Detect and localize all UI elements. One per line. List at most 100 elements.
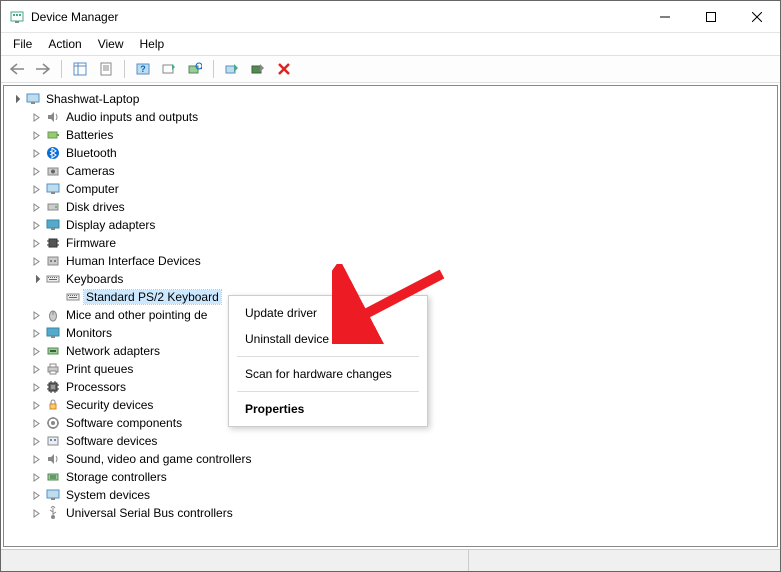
battery-icon [44,127,62,143]
disable-button[interactable] [246,57,270,81]
toolbar-separator [61,60,62,78]
device-manager-icon [9,9,25,25]
tree-node-hid[interactable]: Human Interface Devices [4,252,777,270]
chevron-right-icon[interactable] [28,365,44,374]
chevron-right-icon[interactable] [28,383,44,392]
update-driver-button[interactable] [157,57,181,81]
tree-node-keyboards[interactable]: Keyboards [4,270,777,288]
tree-node-display-adapters[interactable]: Display adapters [4,216,777,234]
camera-icon [44,163,62,179]
enable-button[interactable] [220,57,244,81]
tree-node-label: Computer [64,182,121,196]
tree-node-bluetooth[interactable]: Bluetooth [4,144,777,162]
chevron-right-icon[interactable] [28,113,44,122]
help-button[interactable]: ? [131,57,155,81]
tree-root[interactable]: Shashwat-Laptop [4,90,777,108]
minimize-button[interactable] [642,1,688,32]
show-hide-tree-button[interactable] [68,57,92,81]
toolbar-separator [124,60,125,78]
maximize-button[interactable] [688,1,734,32]
tree-node-label: Keyboards [64,272,125,286]
properties-button[interactable] [94,57,118,81]
tree-node-cameras[interactable]: Cameras [4,162,777,180]
close-button[interactable] [734,1,780,32]
forward-button[interactable] [31,57,55,81]
storage-icon [44,469,62,485]
ctx-uninstall-device[interactable]: Uninstall device [229,326,427,352]
window-title: Device Manager [31,10,118,24]
tree-node-label: Processors [64,380,128,394]
tree-node-label: Cameras [64,164,117,178]
menu-help[interactable]: Help [132,35,173,53]
device-tree[interactable]: Shashwat-Laptop Audio inputs and outputs… [3,85,778,547]
ctx-update-driver[interactable]: Update driver [229,300,427,326]
chevron-right-icon[interactable] [28,149,44,158]
tree-node-system-devices[interactable]: System devices [4,486,777,504]
chevron-right-icon[interactable] [28,473,44,482]
tree-node-audio[interactable]: Audio inputs and outputs [4,108,777,126]
menu-view[interactable]: View [90,35,132,53]
statusbar [1,549,780,571]
chevron-right-icon[interactable] [28,131,44,140]
chevron-right-icon[interactable] [28,203,44,212]
titlebar: Device Manager [1,1,780,33]
software-icon [44,415,62,431]
back-button[interactable] [5,57,29,81]
printer-icon [44,361,62,377]
tree-node-label: Firmware [64,236,118,250]
tree-node-label: Bluetooth [64,146,119,160]
chevron-right-icon[interactable] [28,509,44,518]
ctx-scan-hardware[interactable]: Scan for hardware changes [229,361,427,387]
tree-node-batteries[interactable]: Batteries [4,126,777,144]
tree-node-label: Network adapters [64,344,162,358]
keyboard-icon [44,271,62,287]
tree-node-label: Human Interface Devices [64,254,203,268]
tree-node-sound-video-game[interactable]: Sound, video and game controllers [4,450,777,468]
toolbar-separator [213,60,214,78]
tree-node-storage-controllers[interactable]: Storage controllers [4,468,777,486]
tree-node-label: Audio inputs and outputs [64,110,200,124]
ctx-properties[interactable]: Properties [229,396,427,422]
chevron-right-icon[interactable] [28,455,44,464]
tree-node-disk-drives[interactable]: Disk drives [4,198,777,216]
chevron-right-icon[interactable] [28,419,44,428]
keyboard-icon [64,289,82,305]
chevron-right-icon[interactable] [28,239,44,248]
chevron-right-icon[interactable] [28,437,44,446]
chevron-down-icon[interactable] [28,275,44,284]
chevron-down-icon[interactable] [8,95,24,104]
menu-action[interactable]: Action [40,35,89,53]
usb-icon [44,505,62,521]
display-icon [44,217,62,233]
tree-node-computer[interactable]: Computer [4,180,777,198]
chevron-right-icon[interactable] [28,347,44,356]
chevron-right-icon[interactable] [28,311,44,320]
processor-icon [44,379,62,395]
svg-text:?: ? [140,64,146,74]
chevron-right-icon[interactable] [28,491,44,500]
chevron-right-icon[interactable] [28,221,44,230]
tree-node-label: Software components [64,416,184,430]
system-icon [44,487,62,503]
chevron-right-icon[interactable] [28,329,44,338]
hid-icon [44,253,62,269]
mouse-icon [44,307,62,323]
computer-icon [44,181,62,197]
tree-node-label: Sound, video and game controllers [64,452,253,466]
uninstall-button[interactable] [272,57,296,81]
chevron-right-icon[interactable] [28,185,44,194]
monitor-icon [44,325,62,341]
tree-node-usb-controllers[interactable]: Universal Serial Bus controllers [4,504,777,522]
chevron-right-icon[interactable] [28,257,44,266]
sound-icon [44,451,62,467]
software-icon [44,433,62,449]
chevron-right-icon[interactable] [28,167,44,176]
menu-file[interactable]: File [5,35,40,53]
network-icon [44,343,62,359]
tree-node-firmware[interactable]: Firmware [4,234,777,252]
context-separator [237,356,419,357]
scan-hardware-button[interactable] [183,57,207,81]
tree-node-software-devices[interactable]: Software devices [4,432,777,450]
chevron-right-icon[interactable] [28,401,44,410]
tree-node-label: Standard PS/2 Keyboard [84,290,221,304]
